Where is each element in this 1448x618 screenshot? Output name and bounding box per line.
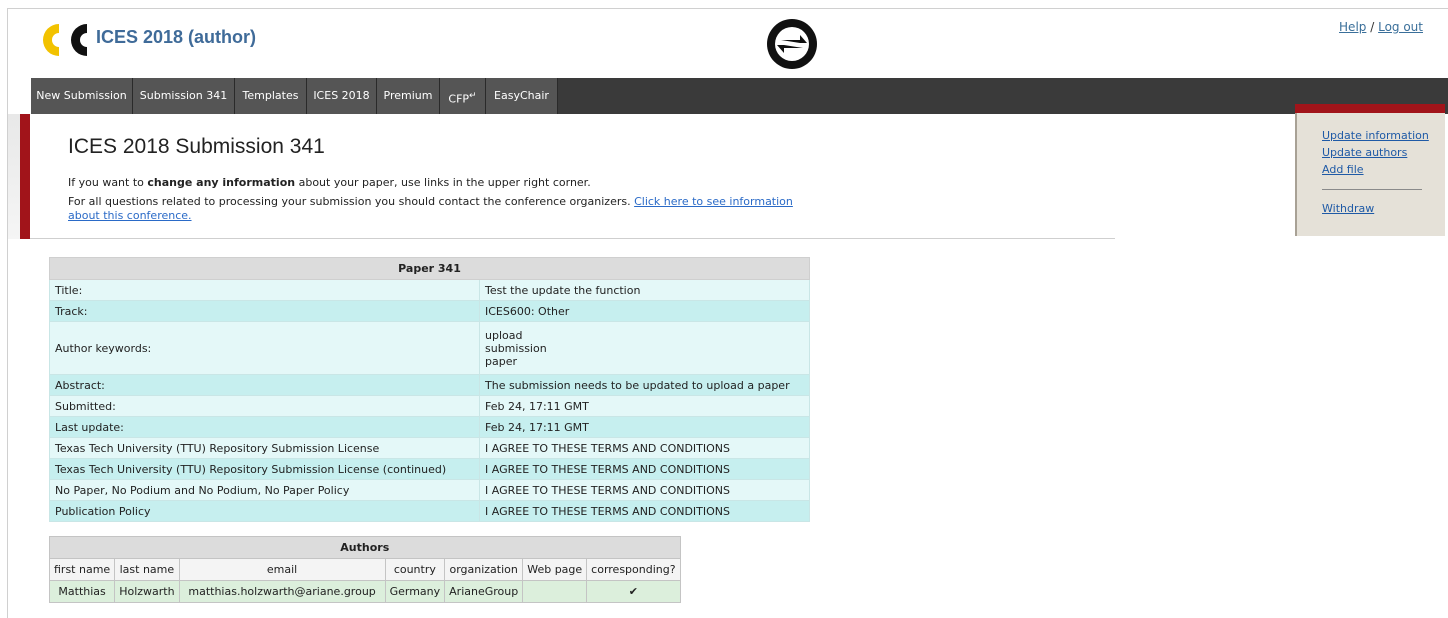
- row-value: Feb 24, 17:11 GMT: [479, 416, 810, 438]
- table-row: Matthias Holzwarth matthias.holzwarth@ar…: [48, 580, 681, 603]
- left-gray-strip: [8, 114, 20, 239]
- withdraw-link[interactable]: Withdraw: [1322, 202, 1374, 215]
- keyword: upload: [485, 328, 523, 342]
- table-row: Texas Tech University (TTU) Repository S…: [49, 458, 810, 480]
- table-row: Title: Test the update the function: [49, 279, 810, 301]
- conference-info-link[interactable]: Click here to see information: [634, 195, 793, 208]
- col-header: last name: [114, 558, 180, 581]
- row-value: Feb 24, 17:11 GMT: [479, 395, 810, 417]
- update-authors-link[interactable]: Update authors: [1322, 146, 1407, 159]
- row-label: Publication Policy: [49, 500, 480, 522]
- side-panel: [1295, 104, 1445, 236]
- side-panel-red-bar: [1295, 104, 1445, 113]
- authors-header-row: first name last name email country organ…: [48, 558, 681, 581]
- nav-ices-2018[interactable]: ICES 2018: [307, 78, 377, 114]
- nav-new-submission[interactable]: New Submission: [31, 78, 133, 114]
- info-line-1-post: about your paper, use links in the upper…: [295, 176, 591, 189]
- row-label: Title:: [49, 279, 480, 301]
- info-line-1-bold: change any information: [147, 176, 296, 189]
- row-label: Texas Tech University (TTU) Repository S…: [49, 437, 480, 459]
- update-information-link[interactable]: Update information: [1322, 129, 1429, 142]
- row-value: upload submission paper: [479, 321, 810, 375]
- row-value: I AGREE TO THESE TERMS AND CONDITIONS: [479, 479, 810, 501]
- table-row: No Paper, No Podium and No Podium, No Pa…: [49, 479, 810, 501]
- row-value: The submission needs to be updated to up…: [479, 374, 810, 396]
- table-row: Last update: Feb 24, 17:11 GMT: [49, 416, 810, 438]
- nav-premium[interactable]: Premium: [377, 78, 440, 114]
- keyword: paper: [485, 354, 517, 368]
- table-row: Track: ICES600: Other: [49, 300, 810, 322]
- author-organization: ArianeGroup: [444, 580, 524, 603]
- help-link[interactable]: Help: [1339, 20, 1366, 34]
- col-header: email: [178, 558, 386, 581]
- logout-link[interactable]: Log out: [1378, 20, 1423, 34]
- heading-divider: [30, 238, 1115, 239]
- info-line-3: about this conference.: [68, 209, 192, 222]
- authors-table: Authors first name last name email count…: [48, 536, 681, 603]
- col-header: Web page: [522, 558, 588, 581]
- nav-easychair[interactable]: EasyChair: [486, 78, 558, 114]
- row-label: Abstract:: [49, 374, 480, 396]
- row-label: Author keywords:: [49, 321, 480, 375]
- table-row: Author keywords: upload submission paper: [49, 321, 810, 375]
- col-header: corresponding?: [586, 558, 681, 581]
- row-value: I AGREE TO THESE TERMS AND CONDITIONS: [479, 500, 810, 522]
- author-last-name: Holzwarth: [114, 580, 180, 603]
- row-label: Last update:: [49, 416, 480, 438]
- row-label: Track:: [49, 300, 480, 322]
- left-red-accent: [20, 114, 30, 239]
- author-email: matthias.holzwarth@ariane.group: [178, 580, 386, 603]
- add-file-link[interactable]: Add file: [1322, 163, 1364, 176]
- info-line-1: If you want to change any information ab…: [68, 176, 591, 189]
- table-row: Publication Policy I AGREE TO THESE TERM…: [49, 500, 810, 522]
- nav-submission-341[interactable]: Submission 341: [133, 78, 235, 114]
- table-row: Submitted: Feb 24, 17:11 GMT: [49, 395, 810, 417]
- frame-left: [7, 8, 8, 618]
- app-title: ICES 2018 (author): [96, 27, 257, 47]
- paper-table-title: Paper 341: [49, 257, 810, 280]
- side-panel-divider: [1322, 189, 1422, 190]
- col-header: organization: [444, 558, 524, 581]
- navbar: New Submission Submission 341 Templates …: [31, 78, 1448, 114]
- conference-info-link-cont[interactable]: about this conference.: [68, 209, 192, 222]
- sync-logo-icon: [767, 19, 817, 69]
- keyword: submission: [485, 341, 547, 355]
- link-separator: /: [1370, 20, 1375, 34]
- checkmark-icon: ✔: [586, 580, 681, 603]
- row-value: Test the update the function: [479, 279, 810, 301]
- col-header: country: [384, 558, 446, 581]
- row-label: No Paper, No Podium and No Podium, No Pa…: [49, 479, 480, 501]
- nav-templates[interactable]: Templates: [235, 78, 307, 114]
- easychair-logo-icon: [43, 24, 87, 56]
- info-line-2: For all questions related to processing …: [68, 195, 793, 208]
- table-row: Texas Tech University (TTU) Repository S…: [49, 437, 810, 459]
- page-title: ICES 2018 Submission 341: [68, 135, 325, 158]
- return-arrow-icon: ↵: [469, 91, 477, 101]
- nav-cfp[interactable]: CFP↵: [440, 78, 486, 114]
- row-value: I AGREE TO THESE TERMS AND CONDITIONS: [479, 437, 810, 459]
- row-value: ICES600: Other: [479, 300, 810, 322]
- author-web-page: [522, 580, 588, 603]
- col-header: first name: [48, 558, 116, 581]
- row-value: I AGREE TO THESE TERMS AND CONDITIONS: [479, 458, 810, 480]
- author-country: Germany: [384, 580, 446, 603]
- top-links: Help / Log out: [1339, 20, 1423, 34]
- nav-cfp-label: CFP: [448, 92, 470, 106]
- author-first-name: Matthias: [48, 580, 116, 603]
- info-line-1-pre: If you want to: [68, 176, 148, 189]
- row-label: Texas Tech University (TTU) Repository S…: [49, 458, 480, 480]
- authors-table-title: Authors: [49, 536, 681, 559]
- info-line-2-pre: For all questions related to processing …: [68, 195, 635, 208]
- table-row: Abstract: The submission needs to be upd…: [49, 374, 810, 396]
- row-label: Submitted:: [49, 395, 480, 417]
- paper-table: Paper 341 Title: Test the update the fun…: [49, 257, 810, 522]
